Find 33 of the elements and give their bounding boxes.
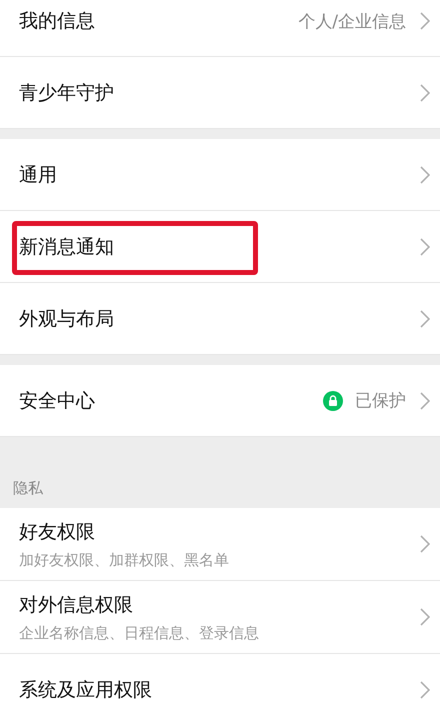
chevron-icon bbox=[420, 12, 430, 30]
settings-row[interactable]: 青少年守护 bbox=[0, 57, 440, 129]
chevron-icon bbox=[420, 392, 430, 410]
chevron-icon bbox=[420, 680, 430, 698]
settings-row[interactable]: 通用 bbox=[0, 139, 440, 211]
settings-row[interactable]: 好友权限 加好友权限、加群权限、黑名单 bbox=[0, 508, 440, 581]
row-value: 已保护 bbox=[355, 390, 406, 412]
settings-row[interactable]: 新消息通知 bbox=[0, 211, 440, 283]
row-label: 安全中心 bbox=[19, 388, 96, 414]
row-label: 新消息通知 bbox=[19, 234, 115, 260]
row-label: 我的信息 bbox=[19, 9, 96, 34]
row-label: 好友权限 bbox=[19, 520, 96, 544]
row-subtitle: 加好友权限、加群权限、黑名单 bbox=[19, 550, 230, 570]
settings-row[interactable]: 安全中心 已保护 bbox=[0, 365, 440, 437]
settings-row[interactable]: 外观与布局 bbox=[0, 283, 440, 355]
row-label: 通用 bbox=[19, 162, 58, 188]
row-label: 系统及应用权限 bbox=[19, 678, 153, 702]
chevron-icon bbox=[420, 608, 430, 626]
settings-row[interactable]: 对外信息权限 企业名称信息、日程信息、登录信息 bbox=[0, 581, 440, 654]
section-header: 隐私 bbox=[0, 447, 440, 508]
chevron-icon bbox=[420, 84, 430, 102]
lock-icon bbox=[323, 390, 343, 410]
row-value: 个人/企业信息 bbox=[298, 10, 406, 32]
row-label: 对外信息权限 bbox=[19, 592, 134, 618]
chevron-icon bbox=[420, 166, 430, 184]
chevron-icon bbox=[420, 310, 430, 328]
row-label: 青少年守护 bbox=[19, 80, 115, 106]
row-subtitle: 企业名称信息、日程信息、登录信息 bbox=[19, 624, 260, 642]
chevron-icon bbox=[420, 535, 430, 553]
settings-row[interactable]: 我的信息 个人/企业信息 bbox=[0, 0, 440, 57]
chevron-icon bbox=[420, 238, 430, 256]
row-label: 外观与布局 bbox=[19, 306, 115, 332]
settings-row[interactable]: 系统及应用权限 bbox=[0, 654, 440, 720]
